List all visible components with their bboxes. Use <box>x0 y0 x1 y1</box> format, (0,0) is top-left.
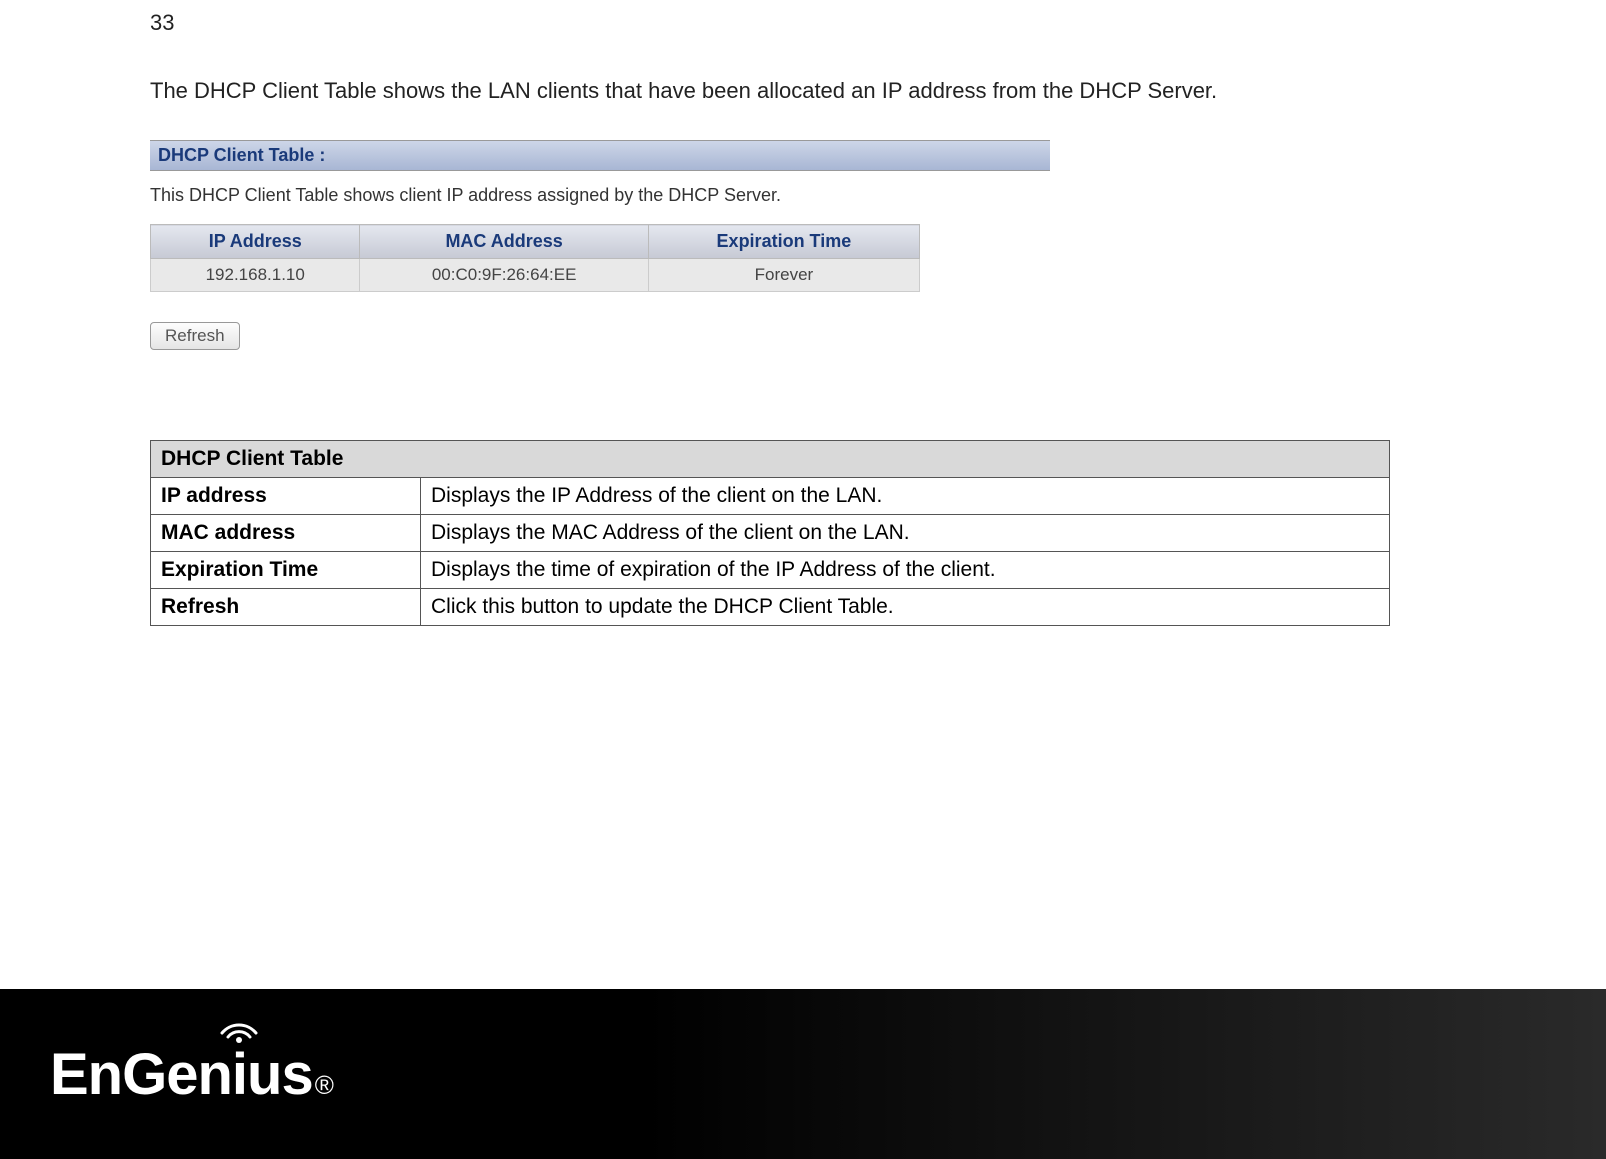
cell-exp: Forever <box>648 259 919 292</box>
doc-row-expiration: Expiration Time Displays the time of exp… <box>151 552 1390 589</box>
intro-text: The DHCP Client Table shows the LAN clie… <box>150 78 1217 104</box>
doc-desc: Displays the MAC Address of the client o… <box>421 515 1390 552</box>
page-footer: EnGen i us® <box>0 989 1606 1159</box>
doc-row-refresh: Refresh Click this button to update the … <box>151 589 1390 626</box>
section-description: This DHCP Client Table shows client IP a… <box>150 185 1050 206</box>
doc-row-mac: MAC address Displays the MAC Address of … <box>151 515 1390 552</box>
col-exp-header: Expiration Time <box>648 225 919 259</box>
logo-text-en: EnGen <box>50 1041 232 1108</box>
doc-desc: Displays the time of expiration of the I… <box>421 552 1390 589</box>
doc-label: MAC address <box>151 515 421 552</box>
doc-label: Expiration Time <box>151 552 421 589</box>
doc-label: IP address <box>151 478 421 515</box>
wifi-icon <box>218 1013 260 1043</box>
logo-i-with-wifi: i <box>232 1041 247 1108</box>
page-number: 33 <box>150 10 174 36</box>
refresh-button[interactable]: Refresh <box>150 322 240 350</box>
table-row: 192.168.1.10 00:C0:9F:26:64:EE Forever <box>151 259 920 292</box>
doc-desc: Click this button to update the DHCP Cli… <box>421 589 1390 626</box>
registered-icon: ® <box>315 1070 334 1101</box>
engenius-logo: EnGen i us® <box>50 1041 334 1108</box>
cell-ip: 192.168.1.10 <box>151 259 360 292</box>
col-ip-header: IP Address <box>151 225 360 259</box>
doc-table-title: DHCP Client Table <box>151 441 1390 478</box>
documentation-table-wrap: DHCP Client Table IP address Displays th… <box>150 440 1390 626</box>
table-header-row: IP Address MAC Address Expiration Time <box>151 225 920 259</box>
dhcp-client-table: IP Address MAC Address Expiration Time 1… <box>150 224 920 292</box>
doc-table-title-row: DHCP Client Table <box>151 441 1390 478</box>
col-mac-header: MAC Address <box>360 225 648 259</box>
logo-text-i: i <box>232 1042 247 1107</box>
section-header: DHCP Client Table : <box>150 140 1050 171</box>
documentation-table: DHCP Client Table IP address Displays th… <box>150 440 1390 626</box>
cell-mac: 00:C0:9F:26:64:EE <box>360 259 648 292</box>
doc-desc: Displays the IP Address of the client on… <box>421 478 1390 515</box>
doc-row-ip: IP address Displays the IP Address of th… <box>151 478 1390 515</box>
doc-label: Refresh <box>151 589 421 626</box>
logo-text-us: us <box>247 1041 313 1108</box>
screenshot-panel: DHCP Client Table : This DHCP Client Tab… <box>150 140 1050 350</box>
